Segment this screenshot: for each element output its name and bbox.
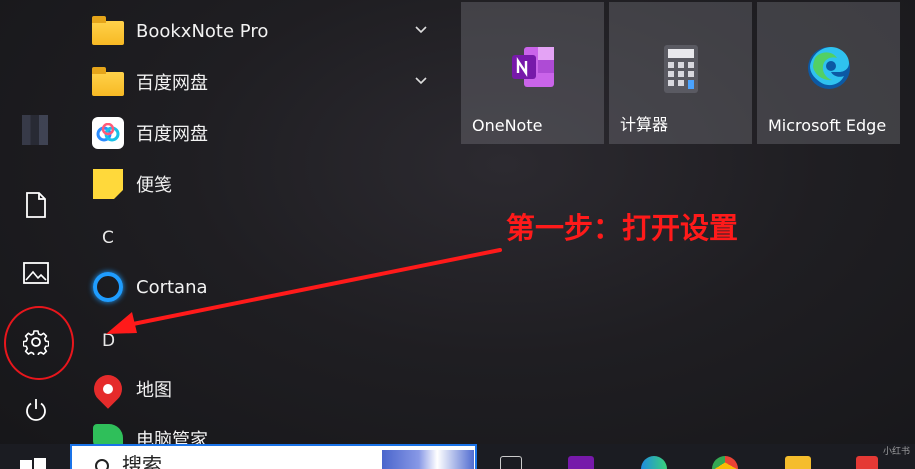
task-view-icon[interactable] <box>500 456 522 469</box>
search-highlight-image <box>382 450 474 469</box>
chrome-icon[interactable] <box>712 456 738 469</box>
search-icon <box>95 459 109 469</box>
watermark: 小红书 <box>883 447 911 457</box>
taskbar: 搜索 <box>0 444 915 469</box>
search-placeholder: 搜索 <box>122 453 162 469</box>
security-icon[interactable] <box>856 456 878 469</box>
onenote-taskbar-icon[interactable] <box>568 456 594 469</box>
arrowhead <box>106 312 137 334</box>
annotation-arrow <box>106 248 502 334</box>
edge-taskbar-icon[interactable] <box>641 456 667 469</box>
search-box[interactable]: 搜索 <box>70 444 477 469</box>
start-icon[interactable] <box>20 458 46 469</box>
file-explorer-icon[interactable] <box>785 456 811 469</box>
